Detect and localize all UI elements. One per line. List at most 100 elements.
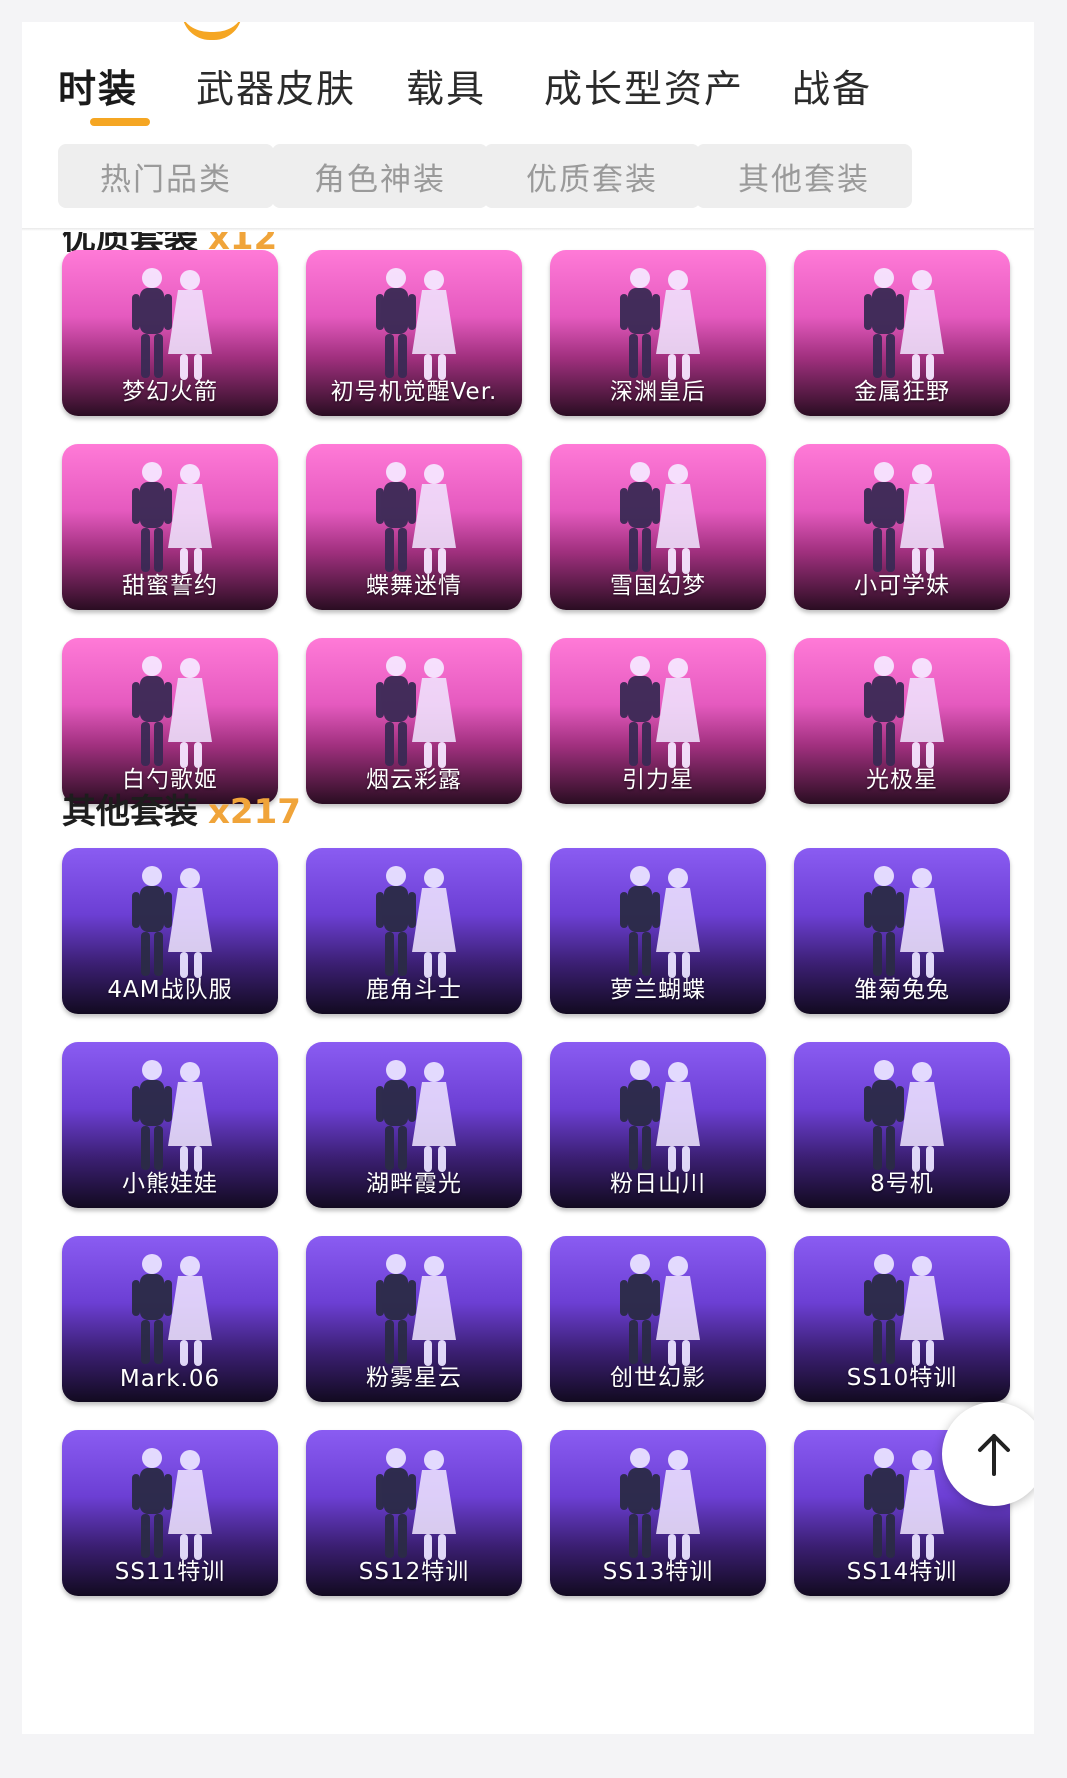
outfit-card[interactable]: 粉日山川 xyxy=(550,1042,766,1208)
outfit-figure-icon xyxy=(864,462,944,574)
tab-growth-assets[interactable]: 成长型资产 xyxy=(544,58,744,113)
outfit-card[interactable]: 4AM战队服 xyxy=(62,848,278,1014)
chip-hot-categories[interactable]: 热门品类 xyxy=(58,144,274,208)
outfit-card[interactable]: 白勺歌姬 xyxy=(62,638,278,804)
outfit-figure-icon xyxy=(864,656,944,768)
outfit-card-label: 初号机觉醒Ver. xyxy=(330,379,498,405)
section-title-text: 其他套装 xyxy=(62,792,198,832)
outfit-figure-icon xyxy=(376,656,456,768)
outfit-figure-icon xyxy=(132,866,212,978)
outfit-card-label: SS14特训 xyxy=(846,1559,958,1585)
outfit-card[interactable]: 创世幻影 xyxy=(550,1236,766,1402)
tab-weapon-skins[interactable]: 武器皮肤 xyxy=(196,58,356,113)
outfit-figure-icon xyxy=(620,1448,700,1560)
outfit-card[interactable]: 金属狂野 xyxy=(794,250,1010,416)
outfit-card-label: 雪国幻梦 xyxy=(610,573,706,599)
outfit-figure-icon xyxy=(864,1254,944,1366)
outfit-figure-icon xyxy=(132,462,212,574)
outfit-figure-icon xyxy=(864,866,944,978)
outfit-card[interactable]: 萝兰蝴蝶 xyxy=(550,848,766,1014)
section-title-text: 优质套装 xyxy=(62,232,198,252)
outfit-card-label: 鹿角斗士 xyxy=(366,977,462,1003)
header-divider xyxy=(22,228,1034,231)
section-title-quality: 优质套装 x12 xyxy=(62,232,277,252)
outfit-card[interactable]: 雏菊兔兔 xyxy=(794,848,1010,1014)
outfit-card-label: 粉日山川 xyxy=(610,1171,706,1197)
outfit-card-label: 引力星 xyxy=(622,767,694,793)
outfit-card[interactable]: 蝶舞迷情 xyxy=(306,444,522,610)
outfit-card-label: 湖畔霞光 xyxy=(366,1171,462,1197)
tab-gear[interactable]: 战备 xyxy=(792,58,872,113)
outfit-card-label: 金属狂野 xyxy=(854,379,950,405)
outfit-card[interactable]: SS12特训 xyxy=(306,1430,522,1596)
outfit-card[interactable]: 光极星 xyxy=(794,638,1010,804)
outfit-figure-icon xyxy=(376,462,456,574)
outfit-figure-icon xyxy=(376,268,456,380)
outfit-card-label: 8号机 xyxy=(870,1171,934,1197)
outfit-card-label: SS11特训 xyxy=(114,1559,226,1585)
outfit-card[interactable]: SS11特训 xyxy=(62,1430,278,1596)
outfit-card-label: SS13特训 xyxy=(602,1559,714,1585)
outfit-figure-icon xyxy=(376,866,456,978)
outfit-card-label: SS10特训 xyxy=(846,1365,958,1391)
active-tab-indicator xyxy=(90,118,150,126)
chip-quality-sets[interactable]: 优质套装 xyxy=(484,144,700,208)
section-count: x217 xyxy=(208,792,301,832)
outfit-figure-icon xyxy=(132,656,212,768)
outfit-card[interactable]: 粉雾星云 xyxy=(306,1236,522,1402)
outfit-card-label: 小熊娃娃 xyxy=(122,1171,218,1197)
section-count: x12 xyxy=(208,232,278,252)
chip-other-sets[interactable]: 其他套装 xyxy=(696,144,912,208)
outfit-figure-icon xyxy=(864,1060,944,1172)
page: 时装 武器皮肤 载具 成长型资产 战备 热门品类 角色神装 优质套装 其他套装 … xyxy=(22,22,1034,1734)
outfit-figure-icon xyxy=(132,1448,212,1560)
outfit-card[interactable]: 小可学妹 xyxy=(794,444,1010,610)
outfit-card[interactable]: Mark.06 xyxy=(62,1236,278,1402)
outfit-card[interactable]: 鹿角斗士 xyxy=(306,848,522,1014)
outfit-figure-icon xyxy=(376,1254,456,1366)
tab-fashion[interactable]: 时装 xyxy=(58,58,138,113)
outfit-card[interactable]: 小熊娃娃 xyxy=(62,1042,278,1208)
outfit-card[interactable]: 甜蜜誓约 xyxy=(62,444,278,610)
outfit-card[interactable]: 深渊皇后 xyxy=(550,250,766,416)
outfit-figure-icon xyxy=(864,268,944,380)
outfit-figure-icon xyxy=(132,1254,212,1366)
section-title-clip: 优质套装 x12 xyxy=(22,232,1034,252)
outfit-card[interactable]: SS10特训 xyxy=(794,1236,1010,1402)
outfit-card-label: 烟云彩露 xyxy=(366,767,462,793)
outfit-card-label: 梦幻火箭 xyxy=(122,379,218,405)
outfit-card-label: Mark.06 xyxy=(119,1366,221,1392)
outfit-card-label: 粉雾星云 xyxy=(366,1365,462,1391)
category-tabs: 时装 武器皮肤 载具 成长型资产 战备 xyxy=(22,22,1034,132)
sub-category-chips: 热门品类 角色神装 优质套装 其他套装 xyxy=(22,144,1034,208)
outfit-card-label: 蝶舞迷情 xyxy=(366,573,462,599)
outfit-card[interactable]: 8号机 xyxy=(794,1042,1010,1208)
outfit-card[interactable]: 初号机觉醒Ver. xyxy=(306,250,522,416)
outfit-card-label: 雏菊兔兔 xyxy=(854,977,950,1003)
outfit-card-label: 创世幻影 xyxy=(610,1365,706,1391)
outfit-card-label: 4AM战队服 xyxy=(107,977,233,1003)
outfit-figure-icon xyxy=(620,1254,700,1366)
outfit-card[interactable]: 引力星 xyxy=(550,638,766,804)
outfit-card-label: 甜蜜誓约 xyxy=(122,573,218,599)
outfit-figure-icon xyxy=(620,866,700,978)
outfit-figure-icon xyxy=(376,1448,456,1560)
outfit-card[interactable]: 烟云彩露 xyxy=(306,638,522,804)
outfit-card-label: 萝兰蝴蝶 xyxy=(610,977,706,1003)
outfit-card-label: SS12特训 xyxy=(358,1559,470,1585)
outfit-figure-icon xyxy=(132,1060,212,1172)
outfit-figure-icon xyxy=(620,656,700,768)
outfit-card[interactable]: 湖畔霞光 xyxy=(306,1042,522,1208)
chip-character-outfits[interactable]: 角色神装 xyxy=(272,144,488,208)
outfit-card-label: 小可学妹 xyxy=(854,573,950,599)
outfit-figure-icon xyxy=(376,1060,456,1172)
outfit-card[interactable]: SS13特训 xyxy=(550,1430,766,1596)
outfit-card-label: 光极星 xyxy=(866,767,938,793)
section-title-other: 其他套装 x217 xyxy=(62,784,301,833)
outfit-card-label: 深渊皇后 xyxy=(610,379,706,405)
tab-vehicles[interactable]: 载具 xyxy=(406,58,486,113)
outfit-figure-icon xyxy=(620,268,700,380)
outfit-card[interactable]: 雪国幻梦 xyxy=(550,444,766,610)
outfit-card[interactable]: 梦幻火箭 xyxy=(62,250,278,416)
outfit-figure-icon xyxy=(132,268,212,380)
